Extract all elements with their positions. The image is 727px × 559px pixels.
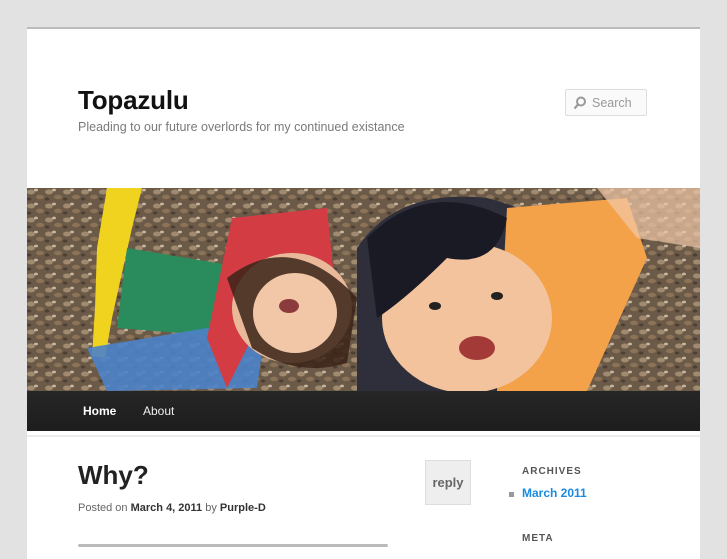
archive-link-march-2011[interactable]: March 2011 <box>522 486 587 500</box>
archives-heading: ARCHIVES <box>522 466 582 477</box>
site-title[interactable]: Topazulu <box>78 85 189 116</box>
page: Topazulu Pleading to our future overlord… <box>27 27 700 559</box>
nav-item-home[interactable]: Home <box>83 404 116 418</box>
nav-item-about[interactable]: About <box>143 404 174 418</box>
search-input[interactable] <box>592 95 644 111</box>
site-description: Pleading to our future overlords for my … <box>78 120 405 134</box>
search-icon <box>573 96 586 110</box>
post-title[interactable]: Why? <box>78 460 149 491</box>
post-excerpt <box>78 539 408 549</box>
post-meta: Posted on March 4, 2011 by Purple-D <box>78 502 266 514</box>
main-navigation: Home About <box>27 391 700 431</box>
meta-heading: META <box>522 533 554 544</box>
search-box[interactable] <box>565 89 647 116</box>
by-label: by <box>205 502 217 514</box>
reply-button[interactable]: reply <box>425 460 471 505</box>
archives-list: March 2011 <box>509 486 587 500</box>
post-date-link[interactable]: March 4, 2011 <box>131 502 203 514</box>
header-image <box>27 188 700 391</box>
post-author-link[interactable]: Purple-D <box>220 502 266 514</box>
divider <box>27 435 700 437</box>
posted-on-label: Posted on <box>78 502 128 514</box>
archive-item: March 2011 <box>509 486 587 500</box>
